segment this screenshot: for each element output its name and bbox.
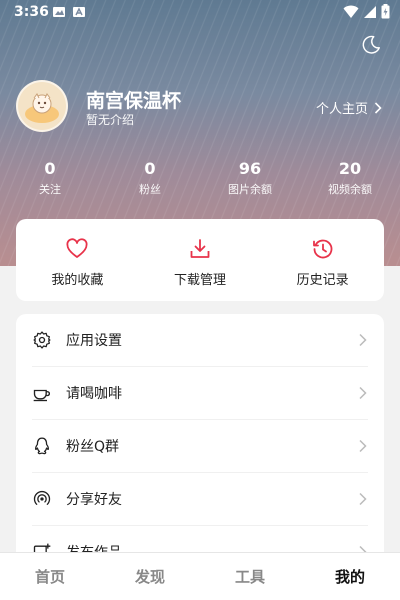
chevron-right-icon xyxy=(374,101,382,114)
stat-video-balance[interactable]: 20 视频余额 xyxy=(300,160,400,197)
chevron-right-icon xyxy=(359,439,367,453)
menu-item-share-friends[interactable]: 分享好友 xyxy=(32,473,368,526)
chevron-right-icon xyxy=(359,386,367,400)
favorites-button[interactable]: 我的收藏 xyxy=(16,219,139,301)
share-broadcast-icon xyxy=(33,490,51,505)
homepage-label: 个人主页 xyxy=(315,102,368,117)
stat-value: 96 xyxy=(238,159,262,178)
favorites-label: 我的收藏 xyxy=(51,273,104,288)
menu-label: 粉丝Q群 xyxy=(66,439,120,455)
menu-label: 请喝咖啡 xyxy=(66,386,122,402)
quick-actions-card: 我的收藏 下载管理 历史记录 xyxy=(16,219,384,301)
chevron-right-icon xyxy=(359,333,367,347)
wifi-icon xyxy=(343,5,359,18)
dark-mode-moon-icon[interactable] xyxy=(360,34,382,56)
avatar-illustration-icon xyxy=(25,93,59,123)
status-time: 3:36 xyxy=(14,4,49,20)
image-notification-icon xyxy=(53,7,65,17)
stat-image-balance[interactable]: 96 图片余额 xyxy=(200,160,300,197)
stat-label: 关注 xyxy=(39,183,61,196)
heart-icon xyxy=(66,238,88,258)
status-bar: 3:36 xyxy=(0,0,400,24)
stat-followers[interactable]: 0 粉丝 xyxy=(100,160,200,197)
signal-icon xyxy=(364,5,376,18)
download-icon xyxy=(190,239,210,258)
tab-discover[interactable]: 发现 xyxy=(100,553,200,600)
qq-penguin-icon xyxy=(35,437,49,455)
chevron-right-icon xyxy=(359,492,367,506)
homepage-link[interactable]: 个人主页 xyxy=(316,98,382,117)
coffee-icon xyxy=(33,389,50,402)
menu-item-app-settings[interactable]: 应用设置 xyxy=(32,314,368,367)
stat-following[interactable]: 0 关注 xyxy=(0,160,100,197)
bottom-tab-bar: 首页 发现 工具 我的 xyxy=(0,552,400,600)
stat-label: 图片余额 xyxy=(228,183,272,196)
stat-value: 20 xyxy=(338,159,362,178)
profile-bio: 暂无介绍 xyxy=(86,113,135,127)
menu-label: 应用设置 xyxy=(66,333,122,349)
downloads-label: 下载管理 xyxy=(174,273,227,288)
menu-label: 分享好友 xyxy=(66,492,122,508)
stat-value: 0 xyxy=(144,159,156,178)
history-button[interactable]: 历史记录 xyxy=(261,219,384,301)
tab-mine[interactable]: 我的 xyxy=(300,553,400,600)
stat-label: 视频余额 xyxy=(328,183,372,196)
downloads-button[interactable]: 下载管理 xyxy=(139,219,262,301)
menu-item-fan-qq-group[interactable]: 粉丝Q群 xyxy=(32,420,368,473)
tab-home[interactable]: 首页 xyxy=(0,553,100,600)
history-label: 历史记录 xyxy=(296,273,349,288)
history-icon xyxy=(312,239,333,259)
stat-value: 0 xyxy=(44,159,56,178)
stats-row: 0 关注 0 粉丝 96 图片余额 20 视频余额 xyxy=(0,160,400,197)
profile-name: 南宫保温杯 xyxy=(86,90,182,112)
app-notification-icon xyxy=(73,7,85,17)
tab-tools[interactable]: 工具 xyxy=(200,553,300,600)
gear-icon xyxy=(33,331,51,349)
battery-icon xyxy=(381,4,390,19)
avatar[interactable] xyxy=(16,80,68,132)
stat-label: 粉丝 xyxy=(139,183,161,196)
menu-item-buy-coffee[interactable]: 请喝咖啡 xyxy=(32,367,368,420)
